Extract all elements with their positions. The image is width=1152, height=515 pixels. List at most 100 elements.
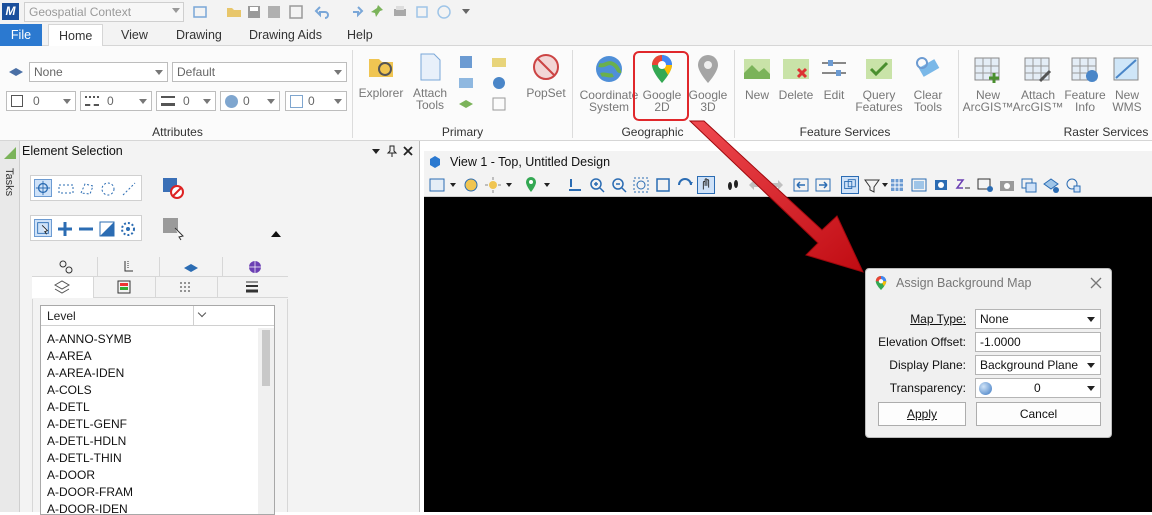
tasks-tab-label[interactable]: Tasks <box>3 168 15 196</box>
view-groups-icon[interactable] <box>1064 176 1082 194</box>
view-windows-icon[interactable] <box>841 176 859 194</box>
clear-selection-icon[interactable] <box>162 177 184 199</box>
list-item[interactable]: A-ANNO-SYMB <box>47 332 132 346</box>
close-panel-icon[interactable] <box>402 145 414 157</box>
tab-weight-filter[interactable] <box>218 277 288 297</box>
walk-icon[interactable] <box>724 176 742 194</box>
undo-icon[interactable] <box>314 4 330 20</box>
customize-qat-chevron-icon[interactable] <box>462 9 470 14</box>
grid-display-icon[interactable] <box>888 176 906 194</box>
key-in-icon[interactable] <box>490 74 508 92</box>
tab-layers-filter[interactable] <box>32 277 94 298</box>
snap-icon[interactable] <box>414 4 430 20</box>
collapse-triangle-icon[interactable] <box>271 231 281 237</box>
update-view-icon[interactable] <box>566 176 584 194</box>
level-list-scrollbar[interactable] <box>258 328 274 514</box>
list-item[interactable]: A-DOOR <box>47 468 95 482</box>
pin-icon[interactable] <box>370 4 386 20</box>
copy-view-left-icon[interactable] <box>792 176 810 194</box>
fit-view-icon[interactable] <box>654 176 672 194</box>
list-item[interactable]: A-AREA-IDEN <box>47 366 124 380</box>
chevron-down-icon[interactable] <box>506 183 512 187</box>
workflow-icon[interactable] <box>192 4 208 20</box>
transparency-combo[interactable]: 0 <box>220 91 280 111</box>
list-item[interactable]: A-DOOR-FRAM <box>47 485 133 499</box>
google-3d-button[interactable]: Google 3D <box>686 53 730 113</box>
list-item[interactable]: A-AREA <box>47 349 92 363</box>
app-logo[interactable]: M <box>2 3 19 20</box>
list-item[interactable]: A-COLS <box>47 383 92 397</box>
tab-cells-filter[interactable] <box>98 257 160 277</box>
view-rotation-icon[interactable] <box>976 176 994 194</box>
apply-button[interactable]: Apply <box>878 402 966 426</box>
models-icon[interactable] <box>457 53 475 71</box>
new-arcgis-button[interactable]: New ArcGIS™ <box>962 53 1014 113</box>
tab-colors-filter[interactable] <box>223 257 288 277</box>
tab-help[interactable]: Help <box>337 24 383 46</box>
block-select-icon[interactable] <box>57 180 75 198</box>
add-selection-icon[interactable] <box>56 220 74 238</box>
list-item[interactable]: A-DOOR-IDEN <box>47 502 128 514</box>
tab-line-style-filter[interactable] <box>156 277 218 297</box>
chevron-down-icon[interactable] <box>450 183 456 187</box>
tab-home[interactable]: Home <box>48 24 104 47</box>
shape-select-icon[interactable] <box>78 180 96 198</box>
tab-drawing[interactable]: Drawing <box>166 24 232 46</box>
explorer-button[interactable]: Explorer <box>356 51 406 99</box>
pan-view-icon[interactable] <box>697 176 715 194</box>
clear-tools-button[interactable]: Clear Tools <box>906 53 950 113</box>
new-selection-icon[interactable] <box>34 219 52 237</box>
level-combo[interactable]: None <box>29 62 168 82</box>
sort-chevron-icon[interactable] <box>197 308 207 318</box>
camera-icon[interactable] <box>932 176 950 194</box>
redo-icon[interactable] <box>348 4 364 20</box>
display-plane-select[interactable]: Background Plane <box>975 355 1101 375</box>
view-layout-icon[interactable] <box>910 176 928 194</box>
priority-combo[interactable]: 0 <box>285 91 347 111</box>
close-icon[interactable] <box>1090 277 1102 289</box>
tab-drawing-aids[interactable]: Drawing Aids <box>239 24 332 46</box>
tab-levels-filter[interactable] <box>32 257 98 277</box>
google-map-view-icon[interactable] <box>522 176 540 194</box>
color-combo[interactable]: 0 <box>6 91 76 111</box>
lighting-icon[interactable] <box>484 176 502 194</box>
level-list[interactable]: Level A-ANNO-SYMB A-AREA A-AREA-IDEN A-C… <box>40 305 275 515</box>
fs-edit-button[interactable]: Edit <box>816 53 852 101</box>
references-icon[interactable] <box>490 53 508 71</box>
circle-select-icon[interactable] <box>99 180 117 198</box>
line-weight-combo[interactable]: 0 <box>156 91 216 111</box>
grid-icon[interactable] <box>490 95 508 113</box>
map-type-select[interactable]: None <box>975 309 1101 329</box>
clip-volume-icon[interactable] <box>863 176 881 194</box>
list-item[interactable]: A-DETL-HDLN <box>47 434 126 448</box>
rotate-view-icon[interactable] <box>676 176 694 194</box>
chevron-down-icon[interactable] <box>544 183 550 187</box>
list-item[interactable]: A-DETL-THIN <box>47 451 122 465</box>
window-area-icon[interactable] <box>632 176 650 194</box>
popset-button[interactable]: PopSet <box>524 51 568 99</box>
workflow-selector[interactable]: Geospatial Context <box>24 2 184 22</box>
individual-select-icon[interactable] <box>34 179 52 197</box>
tab-view[interactable]: View <box>111 24 158 46</box>
new-wms-button[interactable]: New WMS <box>1106 53 1148 113</box>
copy-view-right-icon[interactable] <box>814 176 832 194</box>
subtract-selection-icon[interactable] <box>77 220 95 238</box>
invert-selection-icon[interactable] <box>98 220 116 238</box>
previous-view-icon[interactable] <box>746 176 764 194</box>
tab-color-table-filter[interactable] <box>94 277 156 297</box>
level-manager-ribbon-icon[interactable] <box>457 95 475 113</box>
print-icon[interactable] <box>392 4 408 20</box>
level-column-header[interactable]: Level <box>41 306 274 326</box>
fs-delete-button[interactable]: Delete <box>776 53 816 101</box>
level-display-icon[interactable] <box>457 74 475 92</box>
saved-views-icon[interactable] <box>1020 176 1038 194</box>
display-style-icon[interactable] <box>462 176 480 194</box>
attach-tools-button[interactable]: Attach Tools <box>408 51 452 111</box>
view-attributes-icon[interactable] <box>428 176 446 194</box>
pin-panel-icon[interactable] <box>386 145 398 157</box>
line-select-icon[interactable] <box>120 180 138 198</box>
help-icon[interactable] <box>436 4 452 20</box>
select-tool-icon[interactable] <box>162 217 186 241</box>
feature-info-button[interactable]: Feature Info <box>1062 53 1108 113</box>
capture-icon[interactable] <box>998 176 1016 194</box>
